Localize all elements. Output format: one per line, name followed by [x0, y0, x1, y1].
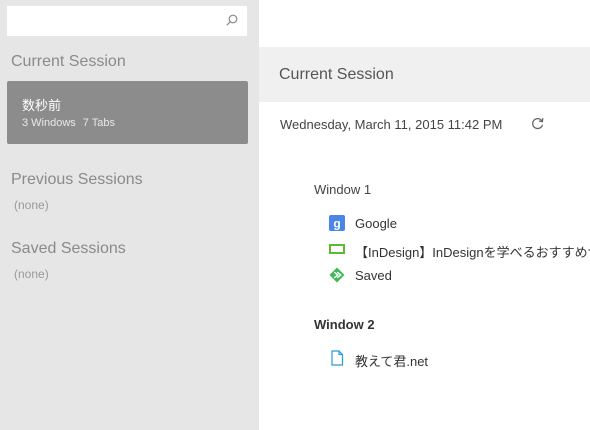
- page-title: Current Session: [279, 66, 394, 83]
- previous-sessions-empty: (none): [14, 198, 49, 212]
- google-icon: g: [329, 215, 345, 231]
- search-box[interactable]: [7, 6, 247, 36]
- current-session-card[interactable]: 数秒前 3 Windows 7 Tabs: [7, 81, 248, 144]
- tab-count: 7 Tabs: [82, 117, 116, 129]
- refresh-icon[interactable]: [530, 116, 545, 131]
- session-meta: 3 Windows 7 Tabs: [22, 117, 115, 129]
- saved-icon: [329, 267, 345, 283]
- saved-sessions-heading: Saved Sessions: [11, 240, 126, 257]
- saved-sessions-empty: (none): [14, 267, 49, 281]
- window-1-title: Window 1: [314, 182, 372, 197]
- search-icon[interactable]: [226, 14, 238, 26]
- detail-header: Current Session: [259, 47, 590, 102]
- svg-text:g: g: [333, 217, 340, 231]
- tab-label: 教えて君.net: [355, 354, 429, 369]
- session-date: Wednesday, March 11, 2015 11:42 PM: [280, 117, 503, 132]
- session-detail: Current Session Wednesday, March 11, 201…: [259, 0, 590, 430]
- indesign-icon: [329, 244, 345, 254]
- tab-label: Google: [355, 216, 397, 231]
- search-input[interactable]: [15, 12, 219, 32]
- previous-sessions-heading: Previous Sessions: [11, 171, 143, 188]
- tab-label: 【InDesign】InDesignを学べるおすすめサ: [355, 245, 590, 260]
- window-count: 3 Windows: [22, 117, 76, 129]
- session-time: 数秒前: [22, 98, 62, 113]
- document-icon: [331, 350, 344, 366]
- tab-label: Saved: [355, 268, 392, 283]
- window-2-title: Window 2: [314, 317, 375, 332]
- current-session-heading: Current Session: [11, 53, 126, 70]
- sidebar: Current Session 数秒前 3 Windows 7 Tabs Prev…: [0, 0, 259, 430]
